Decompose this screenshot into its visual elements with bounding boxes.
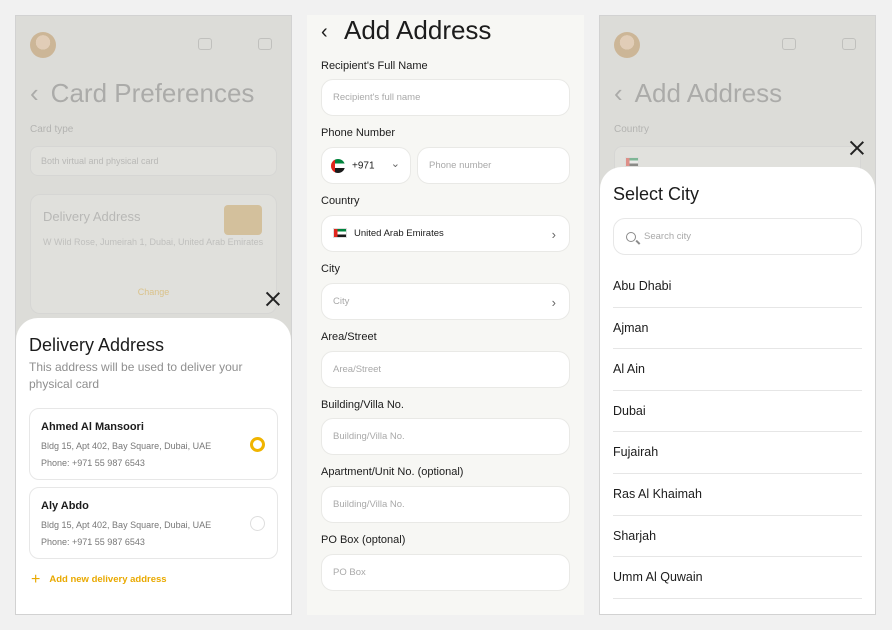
apartment-input[interactable]: Building/Villa No. [321,486,570,523]
address-name: Ahmed Al Mansoori [41,421,144,433]
uae-flag-icon [625,156,639,167]
country-select[interactable]: United Arab Emirates › [321,215,570,252]
page-title: Add Address [344,15,492,45]
background-title: ‹ Card Preferences [30,78,255,108]
apartment-label: Apartment/Unit No. (optional) [321,466,464,478]
delivery-address-screen: ‹ Card Preferences Card type Both virtual… [15,15,292,615]
avatar [30,32,56,58]
address-line: Bldg 15, Apt 402, Bay Square, Dubai, UAE [41,520,212,530]
select-city-sheet: Select City Search city Abu Dhabi Ajman … [600,167,875,614]
chevron-right-icon: › [551,227,556,242]
chevron-down-icon: ⌄ [390,158,400,170]
search-icon [626,231,636,242]
chevron-right-icon: › [551,295,556,310]
close-icon[interactable] [849,140,865,156]
city-item[interactable]: Al Ain [613,349,862,391]
background-title: ‹ Add Address [614,78,783,108]
pobox-label: PO Box (optonal) [321,534,406,546]
select-city-screen: ‹ Add Address Country Select City Search … [599,15,876,615]
city-select[interactable]: City › [321,283,570,320]
address-line: Bldg 15, Apt 402, Bay Square, Dubai, UAE [41,441,212,451]
plus-icon: + [31,570,41,588]
name-input[interactable]: Recipient's full name [321,79,570,116]
city-list: Abu Dhabi Ajman Al Ain Dubai Fujairah Ra… [613,266,862,599]
sheet-title: Delivery Address [29,335,165,355]
card-type-field: Both virtual and physical card [30,146,277,176]
card-type-label: Card type [30,124,74,135]
country-label: Country [614,124,650,135]
city-item[interactable]: Sharjah [613,516,862,558]
add-delivery-address-button[interactable]: + Add new delivery address [31,570,167,588]
delivery-summary-text: W Wild Rose, Jumeirah 1, Dubai, United A… [43,237,264,247]
card-image [224,205,262,235]
building-label: Building/Villa No. [321,399,404,411]
phone-label: Phone Number [321,127,395,139]
delivery-summary-card: Delivery Address W Wild Rose, Jumeirah 1… [30,194,277,314]
change-link: Change [137,287,170,297]
address-phone: Phone: +971 55 987 6543 [41,537,145,547]
city-item[interactable]: Ras Al Khaimah [613,474,862,516]
name-label: Recipient's Full Name [321,60,428,72]
sheet-title: Select City [613,184,700,204]
area-label: Area/Street [321,331,377,343]
add-address-screen: ‹ Add Address Recipient's Full Name Reci… [307,15,584,615]
delivery-address-sheet: Delivery Address This address will be us… [16,318,291,614]
notification-icon [258,38,272,50]
area-input[interactable]: Area/Street [321,351,570,388]
back-icon[interactable]: ‹ [321,21,328,44]
card-icon [782,38,796,50]
sheet-subtitle: This address will be used to deliver you… [29,360,243,391]
city-item[interactable]: Ajman [613,308,862,350]
delivery-summary-title: Delivery Address [43,209,141,224]
address-name: Aly Abdo [41,500,89,512]
address-phone: Phone: +971 55 987 6543 [41,458,145,468]
country-label: Country [321,195,360,207]
address-card-aly[interactable]: Aly Abdo Bldg 15, Apt 402, Bay Square, D… [29,487,278,559]
address-radio-selected[interactable] [250,437,265,452]
card-icon [198,38,212,50]
address-card-ahmed[interactable]: Ahmed Al Mansoori Bldg 15, Apt 402, Bay … [29,408,278,480]
building-input[interactable]: Building/Villa No. [321,418,570,455]
notification-icon [842,38,856,50]
phone-input[interactable]: Phone number [417,147,570,184]
city-item[interactable]: Abu Dhabi [613,266,862,308]
search-placeholder: Search city [644,231,691,242]
address-radio[interactable] [250,516,265,531]
city-search-input[interactable]: Search city [613,218,862,255]
close-icon[interactable] [265,291,281,307]
city-item[interactable]: Dubai [613,391,862,433]
city-placeholder: City [333,296,350,307]
avatar [614,32,640,58]
pobox-input[interactable]: PO Box [321,554,570,591]
uae-flag-icon [333,228,347,239]
city-label: City [321,263,340,275]
city-item[interactable]: Fujairah [613,432,862,474]
add-delivery-address-label: Add new delivery address [49,574,167,585]
country-code-select[interactable]: +971 ⌄ [321,147,411,184]
uae-flag-icon [331,159,345,173]
country-code-value: +971 [352,160,375,172]
city-item[interactable]: Umm Al Quwain [613,557,862,599]
country-value: United Arab Emirates [354,228,444,239]
